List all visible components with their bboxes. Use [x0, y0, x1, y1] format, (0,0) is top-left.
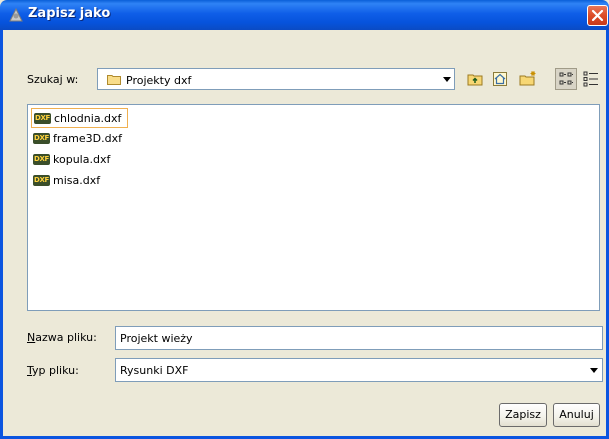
file-name: misa.dxf — [53, 174, 101, 187]
chevron-down-icon[interactable] — [590, 368, 598, 373]
file-item-chlodnia[interactable]: DXF chlodnia.dxf — [31, 108, 128, 128]
file-name: kopula.dxf — [53, 153, 111, 166]
filetype-label: Typ pliku: — [27, 364, 79, 377]
file-item-frame3d[interactable]: DXF frame3D.dxf — [31, 129, 141, 149]
filename-label-text: azwa pliku: — [35, 331, 97, 344]
dxf-file-icon: DXF — [34, 113, 51, 124]
filename-label: Nazwa pliku: — [27, 331, 97, 344]
file-item-kopula[interactable]: DXF kopula.dxf — [31, 150, 131, 170]
close-icon — [591, 9, 604, 22]
filetype-label-text: yp pliku: — [32, 364, 79, 377]
filename-label-mnemonic: N — [27, 331, 36, 344]
file-item-misa[interactable]: DXF misa.dxf — [31, 171, 121, 191]
app-icon — [9, 7, 23, 22]
chevron-down-icon[interactable] — [443, 77, 451, 82]
details-view-icon — [583, 71, 598, 87]
close-button[interactable] — [587, 5, 608, 26]
file-list[interactable]: DXF chlodnia.dxf DXF frame3D.dxf DXF kop… — [27, 104, 600, 311]
dxf-file-icon: DXF — [33, 175, 50, 186]
title-bar[interactable]: Zapisz jako — [0, 0, 609, 30]
lookin-label: Szukaj w: — [27, 73, 79, 86]
filetype-value: Rysunki DXF — [120, 364, 189, 377]
window-title: Zapisz jako — [28, 6, 111, 21]
folder-icon — [107, 75, 121, 85]
lookin-value: Projekty dxf — [126, 74, 192, 87]
new-folder-button[interactable] — [517, 68, 539, 90]
save-as-dialog: Zapisz jako Szukaj w: Projekty dxf DXF c… — [0, 0, 609, 439]
save-button[interactable]: Zapisz — [499, 403, 547, 427]
file-name: chlodnia.dxf — [54, 112, 122, 125]
up-folder-button[interactable] — [464, 68, 486, 90]
details-view-button[interactable] — [580, 68, 602, 90]
dxf-file-icon: DXF — [33, 133, 50, 144]
cancel-button[interactable]: Anuluj — [553, 403, 600, 427]
window-frame-left — [0, 30, 3, 439]
lookin-combo[interactable]: Projekty dxf — [97, 68, 455, 90]
filename-input[interactable]: Projekt wieży — [115, 326, 603, 350]
up-folder-icon — [467, 74, 483, 86]
dxf-file-icon: DXF — [33, 154, 50, 165]
home-button[interactable] — [489, 68, 511, 90]
new-folder-icon — [519, 71, 536, 86]
filename-value: Projekt wieży — [120, 332, 193, 345]
list-view-icon — [559, 72, 573, 85]
list-view-button[interactable] — [555, 68, 577, 90]
filetype-combo[interactable]: Rysunki DXF — [115, 358, 603, 382]
file-name: frame3D.dxf — [53, 132, 122, 145]
home-icon — [493, 72, 507, 86]
